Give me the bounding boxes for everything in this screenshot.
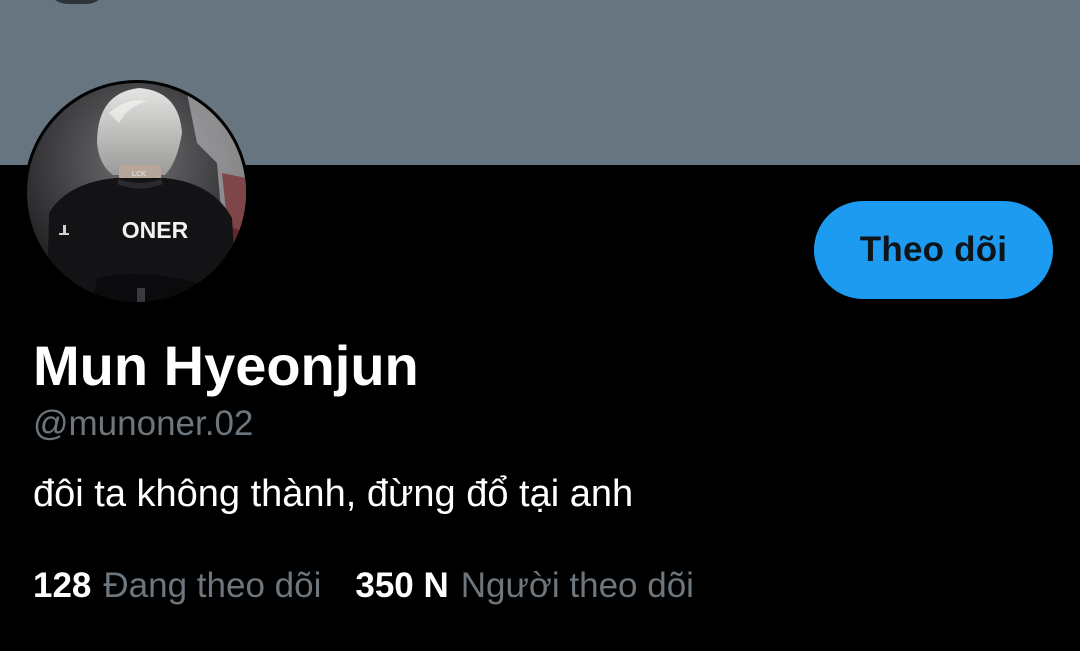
username-handle: @munoner.02: [33, 404, 254, 443]
followers-label: Người theo dõi: [460, 566, 694, 605]
profile-page: LCK ONER Theo dõi Mun Hyeonjun @munoner.…: [0, 0, 1080, 651]
profile-bio: đôi ta không thành, đừng đổ tại anh: [33, 473, 634, 515]
avatar-collar-text: LCK: [132, 171, 146, 178]
follow-button-label: Theo dõi: [859, 230, 1008, 269]
followers-link[interactable]: 350 N Người theo dõi: [355, 564, 694, 608]
profile-stats: 128 Đang theo dõi 350 N Người theo dõi: [33, 564, 694, 608]
following-link[interactable]: 128 Đang theo dõi: [33, 564, 321, 608]
avatar-photo: LCK ONER: [27, 83, 246, 302]
display-name: Mun Hyeonjun: [33, 334, 419, 397]
follow-button[interactable]: Theo dõi: [814, 201, 1053, 299]
following-count: 128: [33, 566, 92, 605]
followers-count: 350 N: [355, 566, 449, 605]
avatar-jersey-text: ONER: [122, 217, 189, 243]
avatar[interactable]: LCK ONER: [24, 80, 249, 305]
following-label: Đang theo dõi: [103, 566, 322, 605]
